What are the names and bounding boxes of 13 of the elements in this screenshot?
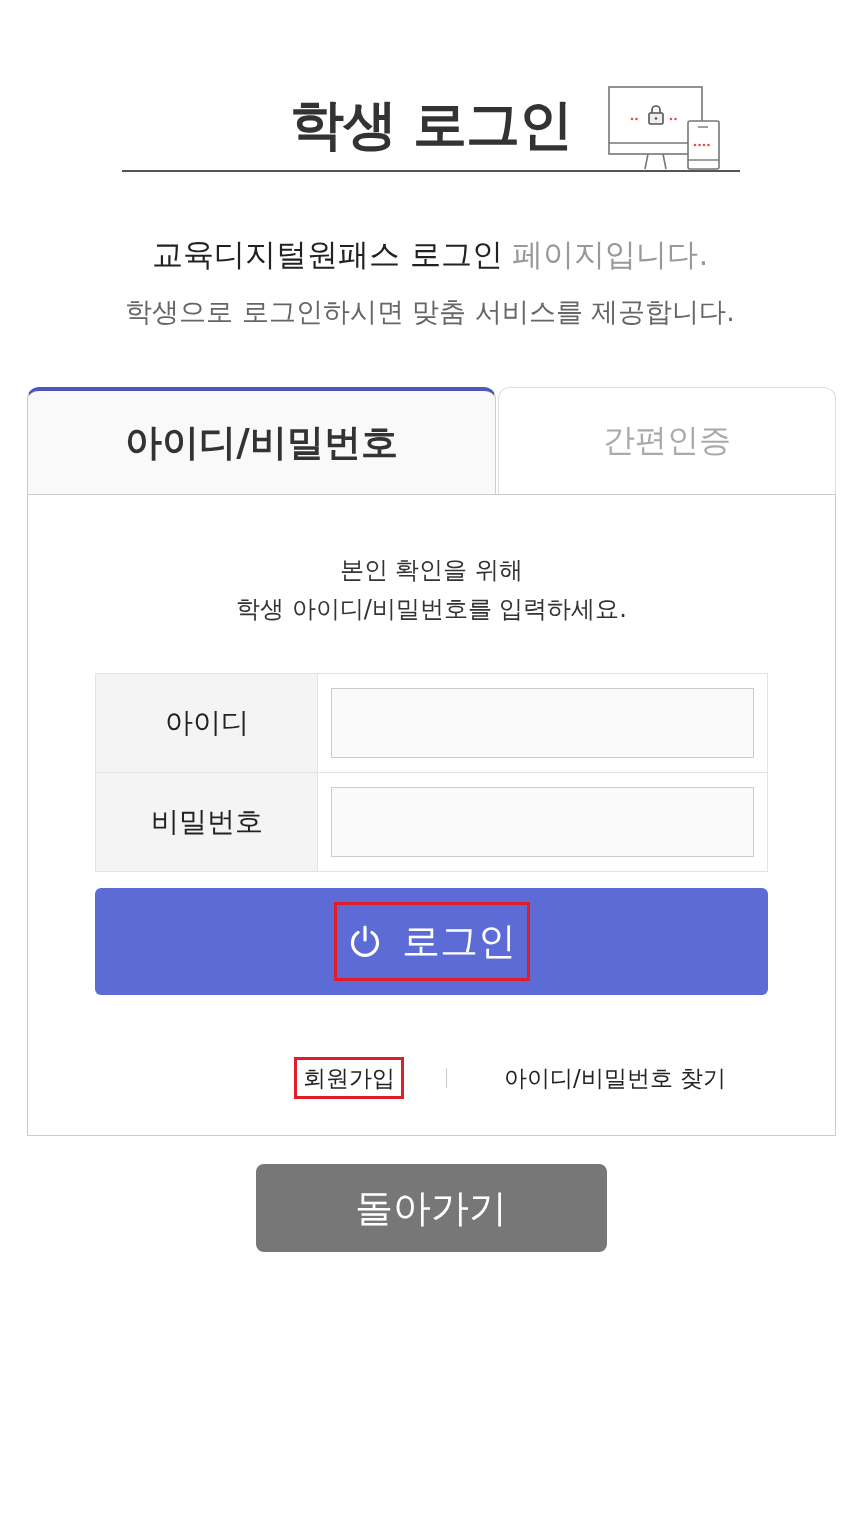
text-link[interactable]: 아이디/비밀번호 찾기 — [495, 1057, 736, 1099]
input-field[interactable] — [331, 688, 754, 758]
instruction-text: 본인 확인을 위해 학생 아이디/비밀번호를 입력하세요. — [235, 555, 628, 625]
field-label: 아이디 — [96, 674, 318, 772]
text-link[interactable]: 회원가입 — [294, 1057, 404, 1099]
input-field[interactable] — [331, 787, 754, 857]
back-button[interactable]: 돌아가기 — [255, 1164, 607, 1252]
tab[interactable]: 아이디/비밀번호 — [27, 387, 496, 494]
field-label: 비밀번호 — [96, 773, 318, 871]
login-button[interactable]: 로그인 — [95, 888, 768, 995]
page-title: 학생 로그인 — [289, 93, 573, 158]
subtitle-text: 학생으로 로그인하시면 맞춤 서비스를 제공합니다. — [124, 295, 736, 329]
intro-text: 교육디지털원패스 로그인 페이지입니다. — [150, 235, 710, 274]
